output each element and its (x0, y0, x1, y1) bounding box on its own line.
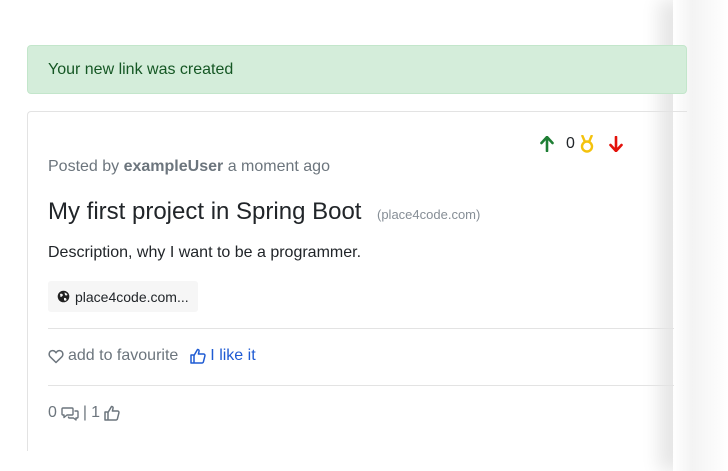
stats-separator: | (82, 404, 88, 421)
globe-icon (57, 290, 70, 303)
add-favourite-label: add to favourite (68, 347, 179, 364)
vote-count: 0 (566, 135, 575, 152)
thumbs-up-icon (104, 405, 120, 421)
likes-count: 1 (91, 404, 100, 421)
post-meta: Posted by exampleUser a moment ago (48, 158, 330, 176)
like-button[interactable]: I like it (190, 347, 256, 365)
thumbs-up-icon (190, 348, 207, 364)
divider (48, 385, 674, 386)
heart-icon (48, 349, 64, 364)
post-description: Description, why I want to be a programm… (48, 244, 362, 261)
author-username[interactable]: exampleUser (124, 158, 224, 175)
comments-icon (61, 406, 79, 421)
vote-widget: 0 (540, 134, 623, 154)
medal-icon (579, 135, 595, 153)
arrow-up-icon[interactable] (540, 136, 554, 152)
arrow-down-icon[interactable] (609, 136, 623, 152)
post-actions: add to favourite I like it (48, 347, 256, 365)
post-stats: 0 | 1 (48, 404, 120, 422)
add-favourite-button[interactable]: add to favourite (48, 347, 178, 365)
posted-prefix: Posted by (48, 158, 120, 175)
divider (48, 328, 674, 329)
success-alert: Your new link was created (27, 45, 687, 94)
post-domain: (place4code.com) (377, 207, 481, 222)
post-title[interactable]: My first project in Spring Boot (48, 198, 361, 226)
like-label: I like it (210, 347, 256, 364)
alert-message: Your new link was created (48, 61, 234, 78)
comments-count: 0 (48, 404, 57, 421)
posted-time: a moment ago (227, 158, 330, 175)
external-link[interactable]: place4code.com... (48, 281, 198, 312)
external-link-label: place4code.com... (75, 288, 189, 305)
